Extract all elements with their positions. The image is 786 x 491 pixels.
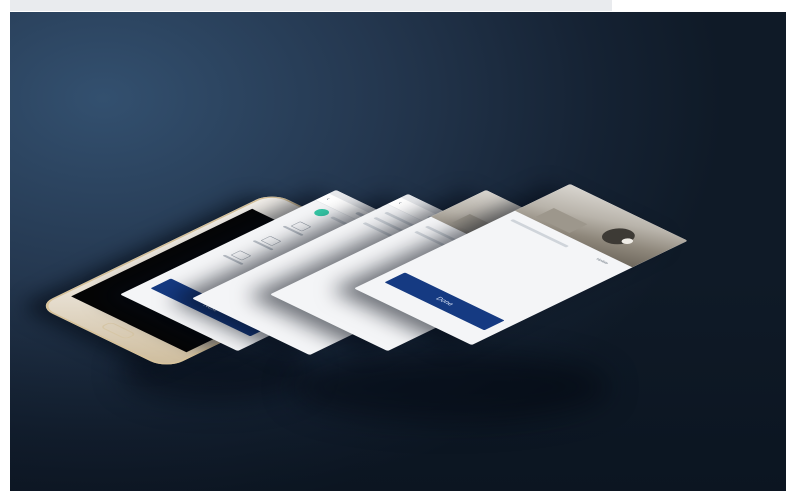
top-strip xyxy=(0,0,786,12)
top-strip-bar xyxy=(10,0,612,11)
hero-stage: ‹ Next ‹ xyxy=(10,12,786,491)
photo-shape xyxy=(535,208,588,233)
back-arrow-icon[interactable]: ‹ xyxy=(396,201,404,205)
teal-badge-icon xyxy=(311,207,333,218)
cards-shadow xyxy=(290,352,610,422)
photo-shape xyxy=(595,225,642,248)
back-arrow-icon[interactable]: ‹ xyxy=(324,197,332,201)
update-link[interactable]: Update xyxy=(595,258,609,265)
